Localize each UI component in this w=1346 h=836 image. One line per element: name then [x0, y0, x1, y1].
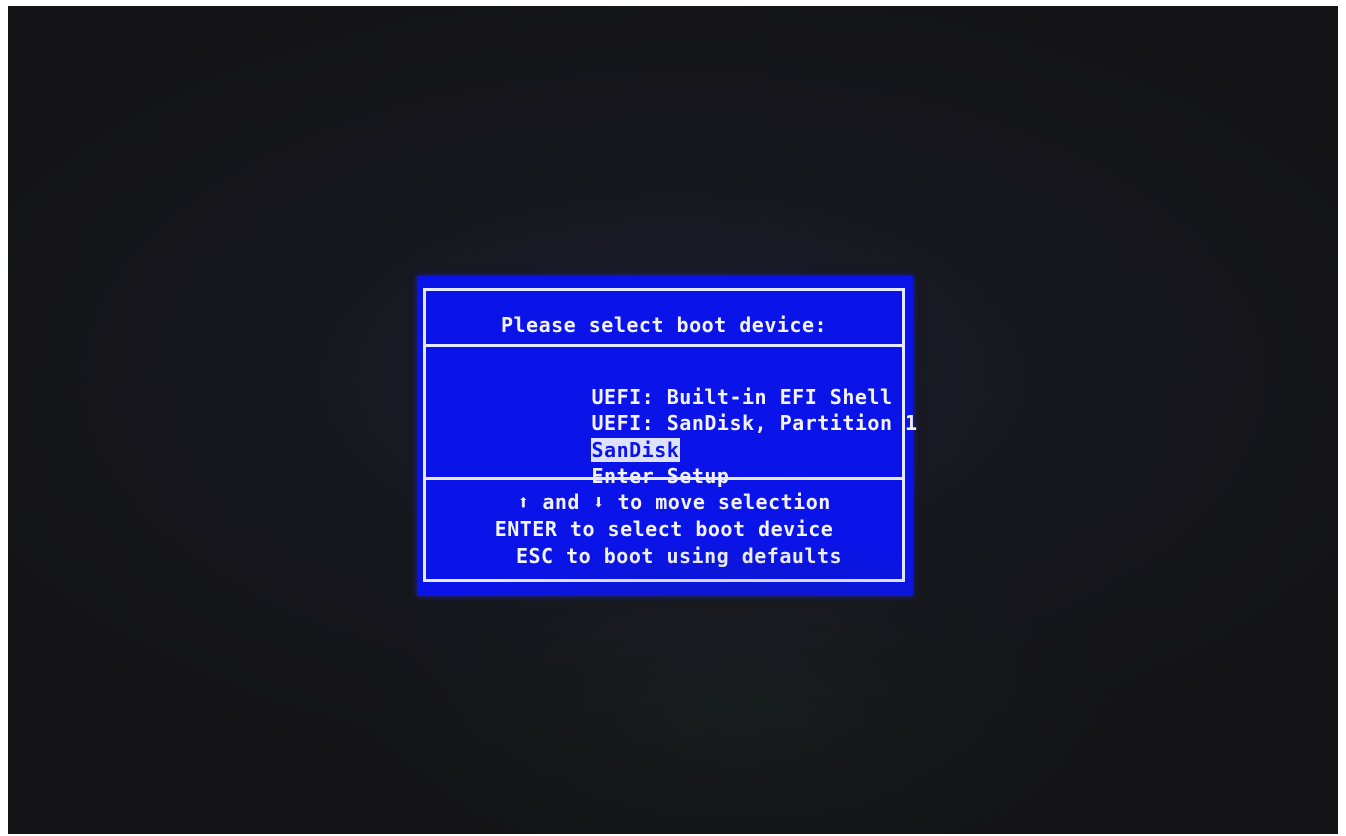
boot-option-label: UEFI: SanDisk, Partition 1	[591, 411, 918, 435]
help-and-text: and	[542, 490, 580, 514]
help-move-text: to move selection	[617, 490, 831, 514]
title-divider	[426, 344, 902, 347]
boot-device-list: UEFI: Built-in EFI Shell UEFI: SanDisk, …	[440, 357, 919, 488]
help-enter-line: ENTER to select boot device	[494, 517, 834, 541]
boot-option-label: UEFI: Built-in EFI Shell	[591, 384, 893, 409]
photo-frame: Please select boot device: UEFI: Built-i…	[0, 0, 1346, 836]
up-arrow-icon: ⬆	[517, 490, 530, 514]
monitor-screen: Please select boot device: UEFI: Built-i…	[8, 6, 1338, 834]
boot-option-efi-shell[interactable]: UEFI: Built-in EFI Shell	[440, 357, 919, 409]
help-divider	[426, 477, 902, 480]
boot-option-label: SanDisk	[590, 437, 681, 462]
dialog-title: Please select boot device:	[500, 313, 828, 337]
boot-option-label: Enter Setup	[591, 464, 730, 488]
help-esc-line: ESC to boot using defaults	[515, 544, 843, 568]
dialog-border: Please select boot device: UEFI: Built-i…	[423, 288, 917, 582]
boot-device-dialog: Please select boot device: UEFI: Built-i…	[417, 276, 917, 596]
help-instructions: ⬆ and ⬇ to move selection ENTER to selec…	[426, 489, 902, 570]
down-arrow-icon: ⬇	[592, 490, 606, 514]
help-move-line: ⬆ and ⬇ to move selection	[426, 489, 902, 516]
